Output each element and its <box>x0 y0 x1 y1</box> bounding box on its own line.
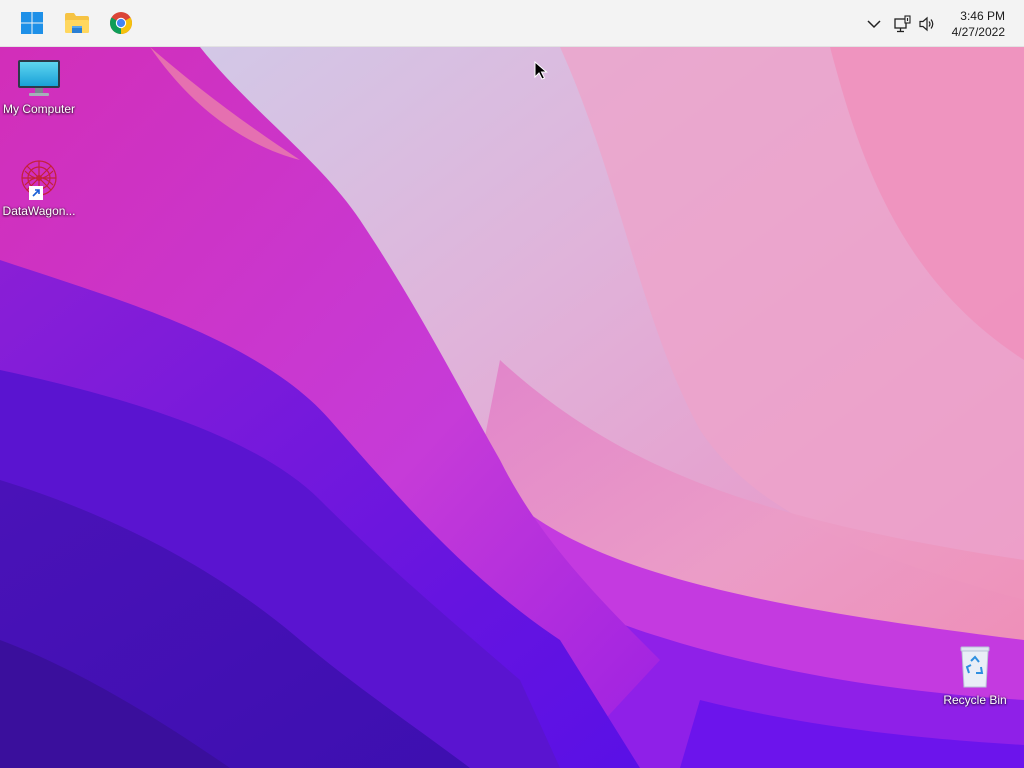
recycle-bin-icon <box>960 646 990 688</box>
desktop-icon-datawagon[interactable]: DataWagon... <box>0 156 78 218</box>
clock-date: 4/27/2022 <box>951 25 1005 39</box>
monitor-icon <box>18 60 60 96</box>
network-button[interactable] <box>891 12 913 36</box>
chevron-down-icon <box>867 20 881 29</box>
folder-icon <box>65 13 89 33</box>
desktop-icon-label: My Computer <box>2 102 76 116</box>
shortcut-arrow-icon <box>29 186 43 200</box>
windows-logo-icon <box>21 12 43 34</box>
mouse-cursor-icon <box>534 61 548 80</box>
desktop-icon-recycle-bin[interactable]: Recycle Bin <box>936 645 1014 707</box>
desktop-wallpaper <box>0 0 1024 768</box>
taskbar: 3:46 PM 4/27/2022 <box>0 0 1024 47</box>
taskbar-clock[interactable]: 3:46 PM 4/27/2022 <box>935 8 1005 40</box>
clock-time: 3:46 PM <box>960 9 1005 23</box>
volume-icon <box>919 16 934 32</box>
start-button[interactable] <box>14 5 50 41</box>
desktop-icon-label: Recycle Bin <box>943 693 1007 707</box>
chrome-button[interactable] <box>103 5 139 41</box>
chrome-icon <box>110 12 132 34</box>
tray-overflow-button[interactable] <box>864 12 884 36</box>
network-icon <box>894 15 911 33</box>
desktop-icon-my-computer[interactable]: My Computer <box>0 58 78 116</box>
file-explorer-button[interactable] <box>59 5 95 41</box>
desktop-icon-label: DataWagon... <box>2 204 76 218</box>
